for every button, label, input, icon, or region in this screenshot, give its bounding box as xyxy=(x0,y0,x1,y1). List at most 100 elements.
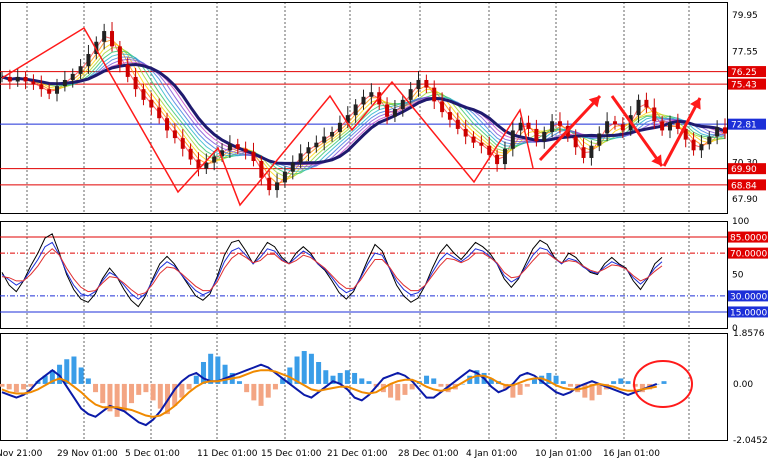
x-tick-label: 29 Nov 01:00 xyxy=(57,449,118,459)
stoch-line xyxy=(1,241,663,300)
macd-histogram-bar xyxy=(625,381,631,384)
macd-histogram-bar xyxy=(352,372,358,384)
macd-histogram-bar xyxy=(85,378,91,384)
macd-histogram-bar xyxy=(21,383,27,390)
macd-histogram-bar xyxy=(258,383,264,406)
x-tick-label: 11 Dec 01:00 xyxy=(197,449,258,459)
macd-y-tick: 1.8576 xyxy=(733,329,765,339)
candle-body xyxy=(298,153,303,163)
candle-body xyxy=(353,104,358,116)
candle-body xyxy=(290,162,295,172)
macd-histogram-bar xyxy=(560,381,566,384)
macd-histogram-bar xyxy=(100,383,106,404)
candle-body xyxy=(314,142,319,148)
candle-body xyxy=(188,148,193,160)
macd-histogram-bar xyxy=(424,375,430,384)
candle-body xyxy=(337,122,342,132)
candle-body xyxy=(667,122,672,131)
candle-body xyxy=(330,131,335,137)
macd-histogram-bar xyxy=(143,383,149,393)
candle-body xyxy=(259,161,264,178)
candle-body xyxy=(707,136,712,145)
candle-body xyxy=(141,89,146,100)
macd-histogram-bar xyxy=(78,367,84,384)
candle-body xyxy=(227,144,232,151)
macd-histogram-bar xyxy=(517,383,523,395)
candle-body xyxy=(455,119,460,129)
candle-body xyxy=(15,76,20,82)
candle-body xyxy=(267,177,272,191)
candle-body xyxy=(557,121,562,126)
candle-body xyxy=(282,171,287,183)
candle-body xyxy=(62,79,67,87)
macd-histogram-bar xyxy=(316,361,322,384)
price-y-tick: 79.95 xyxy=(732,11,758,21)
macd-histogram-bar xyxy=(265,383,271,398)
macd-histogram-bar xyxy=(395,383,401,401)
macd-histogram-bar xyxy=(93,383,99,393)
candle-body xyxy=(620,124,625,131)
candle-body xyxy=(361,96,366,105)
stoch-y-tick: 100 xyxy=(732,217,749,227)
macd-histogram-bar xyxy=(611,381,617,384)
candle-body xyxy=(550,121,555,132)
candle-body xyxy=(715,127,720,137)
annotation-arrow xyxy=(662,97,702,167)
chart-svg: Nov 21:00 29 Nov 01:00 5 Dec 01:00 11 Dec 0… xyxy=(0,2,768,459)
price-level-tag-text: 69.90 xyxy=(731,165,757,175)
macd-histogram-bar xyxy=(179,383,185,398)
price-panel xyxy=(0,22,727,207)
candle-body xyxy=(102,31,107,42)
candle-body xyxy=(581,147,586,158)
candle-body xyxy=(597,133,602,146)
macd-histogram-bar xyxy=(244,383,250,393)
candle-body xyxy=(70,73,75,80)
candle-body xyxy=(432,87,437,102)
candle-body xyxy=(392,109,397,117)
macd-histogram-bar xyxy=(301,351,307,384)
candle-body xyxy=(447,112,452,120)
candle-body xyxy=(110,31,115,47)
price-level-tag-text: 75.43 xyxy=(731,81,757,91)
candle-body xyxy=(251,151,256,162)
candle-body xyxy=(400,99,405,110)
candle-body xyxy=(612,121,617,125)
x-tick-label: 16 Jan 01:00 xyxy=(603,449,660,459)
candle-body xyxy=(7,76,12,82)
candle-body xyxy=(369,92,374,97)
candle-body xyxy=(275,182,280,191)
candle-body xyxy=(23,76,28,82)
macd-histogram-bar xyxy=(553,375,559,384)
candle-body xyxy=(39,84,44,90)
macd-histogram-bar xyxy=(661,381,667,384)
macd-y-tick: 0.00 xyxy=(733,380,753,390)
price-y-tick: 77.55 xyxy=(732,48,758,58)
macd-histogram-bar xyxy=(71,356,77,384)
candle-body xyxy=(385,104,390,117)
stoch-level-tag-text: 30.0000 xyxy=(730,292,767,302)
macd-histogram-bar xyxy=(438,383,444,387)
candle-body xyxy=(644,99,649,108)
stoch-level-tag-text: 85.0000 xyxy=(730,234,767,244)
macd-histogram-bar xyxy=(208,353,214,384)
candle-body xyxy=(125,64,130,77)
ma-ribbon-line xyxy=(1,61,726,166)
candle-body xyxy=(463,128,468,137)
macd-histogram-bar xyxy=(359,378,365,384)
macd-y-tick: -2.0452 xyxy=(733,436,768,446)
candle-body xyxy=(408,89,413,100)
macd-histogram-bar xyxy=(13,383,19,393)
candle-body xyxy=(440,101,445,113)
candle-body xyxy=(165,118,170,131)
price-level-tag-text: 76.25 xyxy=(731,68,757,78)
macd-histogram-bar xyxy=(114,383,120,417)
macd-histogram-bar xyxy=(618,378,624,384)
candle-body xyxy=(652,107,657,122)
macd-histogram-bar xyxy=(236,381,242,384)
candle-body xyxy=(573,136,578,148)
macd-histogram-bar xyxy=(6,383,12,390)
candle-body xyxy=(691,139,696,151)
macd-histogram-bar xyxy=(431,378,437,384)
macd-histogram-bar xyxy=(150,383,156,401)
candle-body xyxy=(518,122,523,131)
